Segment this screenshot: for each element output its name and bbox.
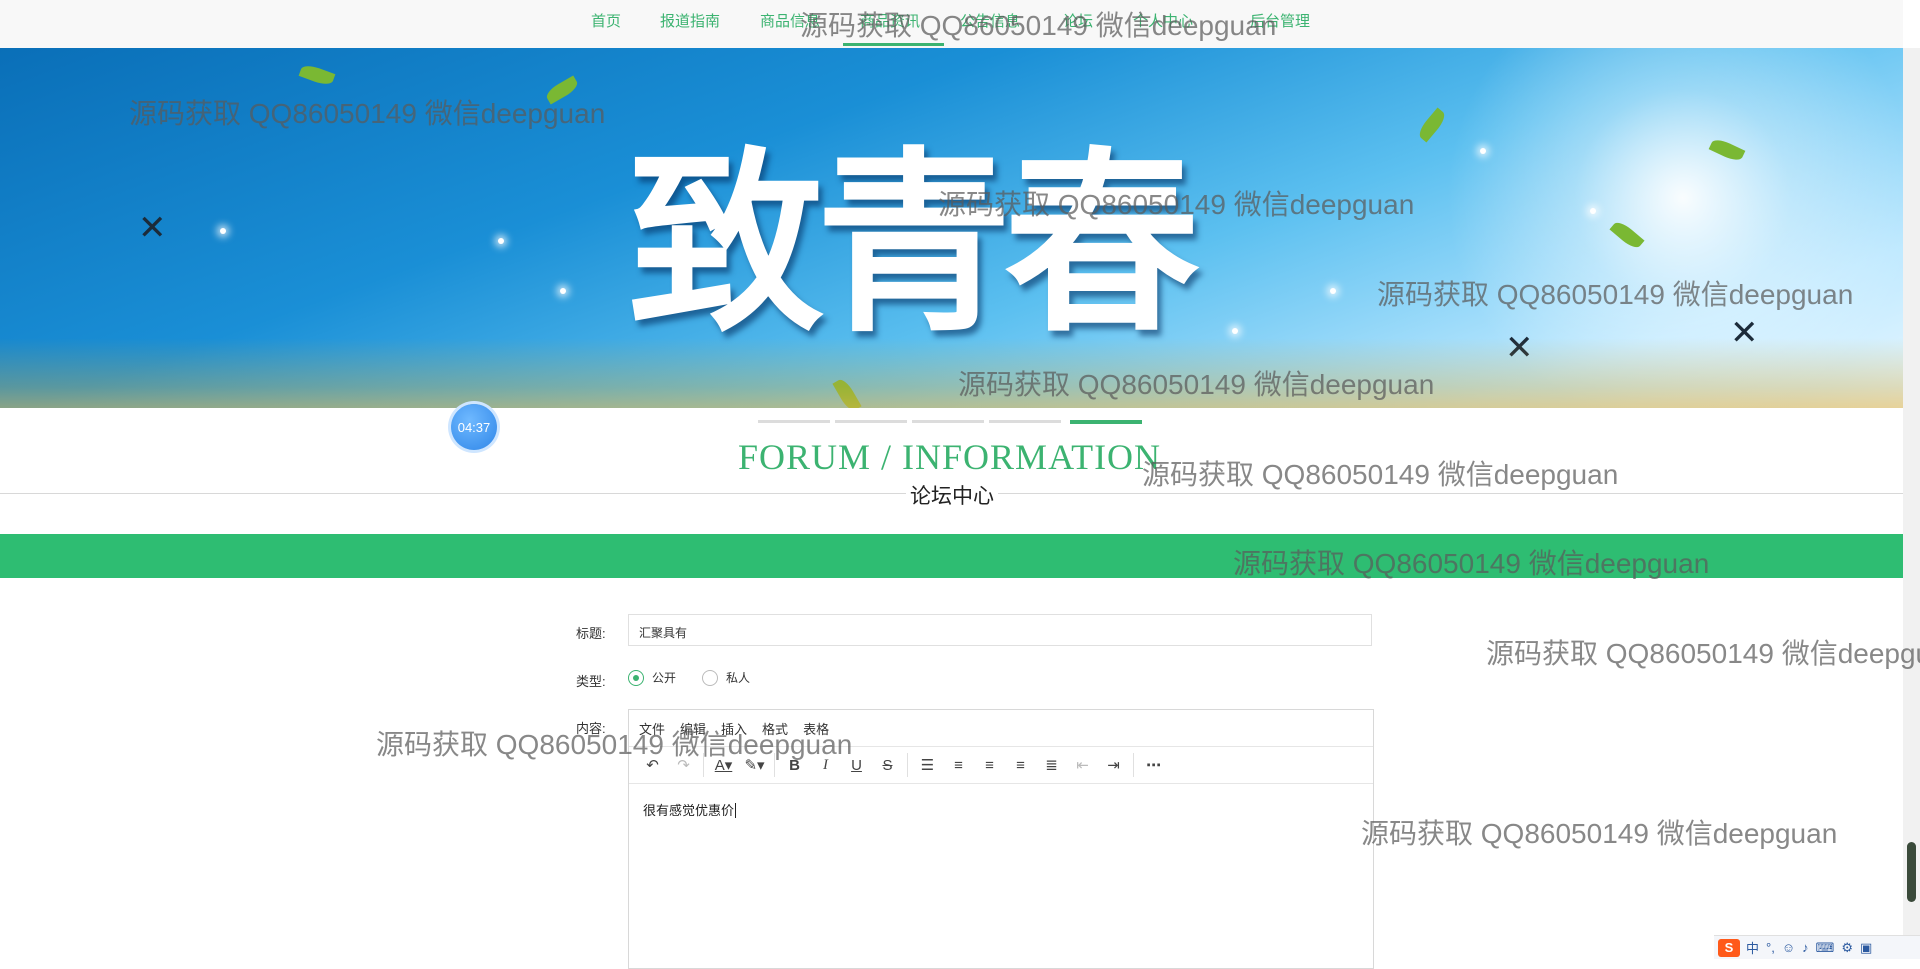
title-label: 标题: bbox=[576, 626, 606, 641]
watermark-text: 源码获取 QQ86050149 微信deepguan bbox=[129, 98, 606, 129]
carousel-dot[interactable] bbox=[835, 420, 907, 423]
carousel-dot-active[interactable] bbox=[1070, 420, 1142, 424]
emoji-icon[interactable]: ☺ bbox=[1782, 940, 1795, 955]
watermark-text: 源码获取 QQ86050149 微信deepguan bbox=[376, 729, 853, 760]
radio-private[interactable]: 私人 bbox=[702, 669, 750, 686]
align-left-icon[interactable]: ≡ bbox=[943, 757, 974, 774]
banner-grass bbox=[0, 338, 1903, 408]
leaf bbox=[298, 62, 336, 88]
banner-title: 致青春 bbox=[628, 131, 1200, 359]
watermark-text: 源码获取 QQ86050149 微信deepguan bbox=[1486, 638, 1920, 669]
indent-icon[interactable]: ⇥ bbox=[1098, 756, 1129, 774]
editor-content[interactable]: 很有感觉优惠价 bbox=[629, 784, 1373, 835]
radio-private-label: 私人 bbox=[726, 671, 751, 685]
align-right-icon[interactable]: ≡ bbox=[1005, 757, 1036, 774]
tools-icon[interactable]: ⚙ bbox=[1841, 940, 1853, 956]
watermark-text: 源码获取 QQ86050149 微信deepguan bbox=[958, 369, 1435, 400]
type-label: 类型: bbox=[576, 674, 606, 689]
sparkle bbox=[1330, 288, 1336, 294]
page-scrollbar[interactable] bbox=[1903, 48, 1920, 958]
watermark-text: 源码获取 QQ86050149 微信deepguan bbox=[938, 189, 1415, 220]
radio-button-selected[interactable] bbox=[628, 669, 644, 686]
section-subtitle: 论坛中心 bbox=[906, 480, 998, 510]
toolbar-divider bbox=[907, 753, 908, 777]
ime-toolbar: S 中 °, ☺ ♪ ⌨ ⚙ ▣ bbox=[1714, 935, 1920, 959]
sogou-logo-icon[interactable]: S bbox=[1718, 938, 1740, 957]
sparkle bbox=[560, 288, 566, 294]
timer-badge[interactable]: 04:37 bbox=[451, 404, 497, 450]
sparkle bbox=[220, 228, 226, 234]
justify-icon[interactable]: ≣ bbox=[1036, 756, 1067, 774]
skin-icon[interactable]: ▣ bbox=[1860, 940, 1872, 956]
keyboard-icon[interactable]: ⌨ bbox=[1816, 940, 1835, 956]
watermark-text: 源码获取 QQ86050149 微信deepguan bbox=[1377, 279, 1854, 310]
sparkle bbox=[1480, 148, 1486, 154]
ime-language[interactable]: 中 bbox=[1746, 938, 1759, 957]
punctuation-icon[interactable]: °, bbox=[1766, 940, 1775, 955]
align-center-icon[interactable]: ≡ bbox=[974, 757, 1005, 774]
sparkle bbox=[498, 238, 504, 244]
more-icon[interactable]: ⋯ bbox=[1138, 756, 1169, 774]
microphone-icon[interactable]: ♪ bbox=[1802, 940, 1809, 955]
radio-button[interactable] bbox=[702, 669, 718, 686]
editor-text: 很有感觉优惠价 bbox=[643, 803, 735, 818]
section-title: FORUM / INFORMATION bbox=[738, 437, 1162, 477]
sparkle bbox=[1232, 328, 1238, 334]
watermark-text: 源码获取 QQ86050149 微信deepguan bbox=[1233, 548, 1710, 579]
toolbar-divider bbox=[1133, 753, 1134, 777]
strikethrough-icon[interactable]: S bbox=[872, 757, 903, 774]
watermark-text: 源码获取 QQ86050149 微信deepguan bbox=[1361, 818, 1838, 849]
scrollbar-thumb[interactable] bbox=[1907, 842, 1916, 902]
text-cursor bbox=[735, 803, 737, 818]
carousel-dot[interactable] bbox=[912, 420, 984, 423]
radio-public-label: 公开 bbox=[652, 671, 677, 685]
outdent-icon[interactable]: ⇤ bbox=[1067, 756, 1098, 774]
list-icon[interactable]: ☰ bbox=[912, 756, 943, 774]
dragonfly: ✕ bbox=[138, 209, 167, 247]
nav-guide[interactable]: 报道指南 bbox=[660, 10, 720, 31]
radio-public[interactable]: 公开 bbox=[628, 669, 676, 686]
watermark-text: 源码获取 QQ86050149 微信deepguan bbox=[800, 10, 1277, 41]
carousel-dot[interactable] bbox=[989, 420, 1061, 423]
title-input[interactable]: 汇聚具有 bbox=[628, 614, 1372, 646]
carousel-dot[interactable] bbox=[758, 420, 830, 423]
watermark-text: 源码获取 QQ86050149 微信deepguan bbox=[1142, 459, 1619, 490]
nav-home[interactable]: 首页 bbox=[591, 10, 621, 31]
sparkle bbox=[1590, 208, 1596, 214]
